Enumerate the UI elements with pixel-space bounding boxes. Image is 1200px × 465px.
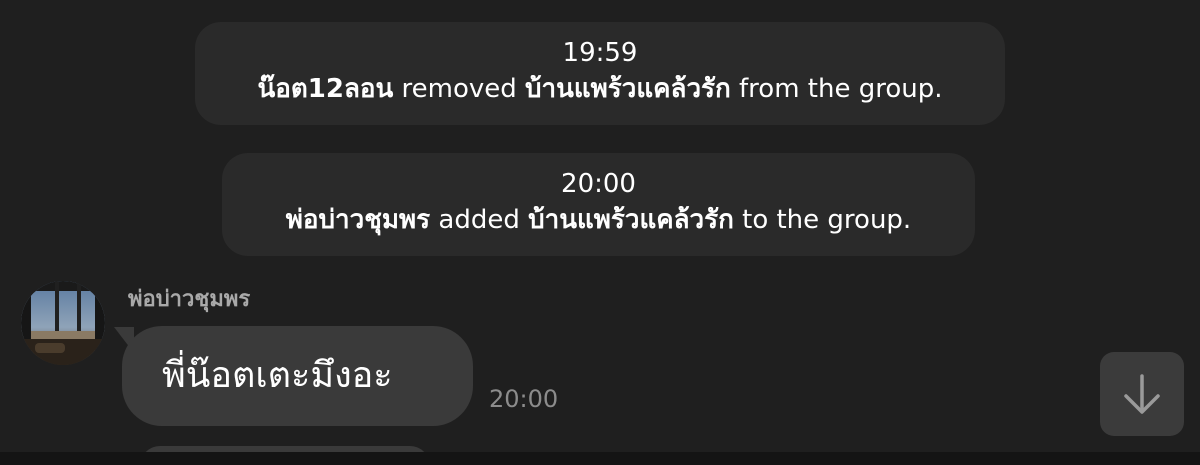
scroll-to-bottom-button[interactable] bbox=[1100, 352, 1184, 436]
notice-verb: removed bbox=[393, 74, 526, 104]
notice-actor[interactable]: น๊อต12ลอน bbox=[257, 74, 393, 104]
notice-verb: added bbox=[430, 205, 529, 235]
avatar-photo bbox=[21, 281, 105, 365]
notice-time: 20:00 bbox=[561, 169, 636, 199]
notice-text: พ่อบ่าวชุมพร added บ้านแพร้วแคล้วรัก to … bbox=[222, 202, 975, 238]
notice-text: น๊อต12ลอน removed บ้านแพร้วแคล้วรัก from… bbox=[195, 71, 1005, 107]
sender-name[interactable]: พ่อบ่าวชุมพร bbox=[128, 284, 250, 316]
avatar[interactable] bbox=[21, 281, 105, 365]
notice-suffix: from the group. bbox=[730, 74, 943, 104]
input-bar-edge bbox=[0, 452, 1200, 465]
notice-target[interactable]: บ้านแพร้วแคล้วรัก bbox=[525, 74, 731, 104]
notice-time: 19:59 bbox=[562, 38, 638, 68]
chat-view: 19:59 น๊อต12ลอน removed บ้านแพร้วแคล้วรั… bbox=[0, 0, 1200, 465]
notice-target[interactable]: บ้านแพร้วแคล้วรัก bbox=[528, 205, 734, 235]
system-notice: 20:00 พ่อบ่าวชุมพร added บ้านแพร้วแคล้วร… bbox=[222, 153, 975, 256]
arrow-down-icon bbox=[1124, 374, 1160, 414]
message-bubble[interactable]: พี่น๊อตเตะมึงอะ bbox=[122, 326, 473, 426]
message-time: 20:00 bbox=[489, 385, 559, 413]
notice-actor[interactable]: พ่อบ่าวชุมพร bbox=[286, 205, 430, 235]
notice-suffix: to the group. bbox=[733, 205, 912, 235]
system-notice: 19:59 น๊อต12ลอน removed บ้านแพร้วแคล้วรั… bbox=[195, 22, 1005, 125]
